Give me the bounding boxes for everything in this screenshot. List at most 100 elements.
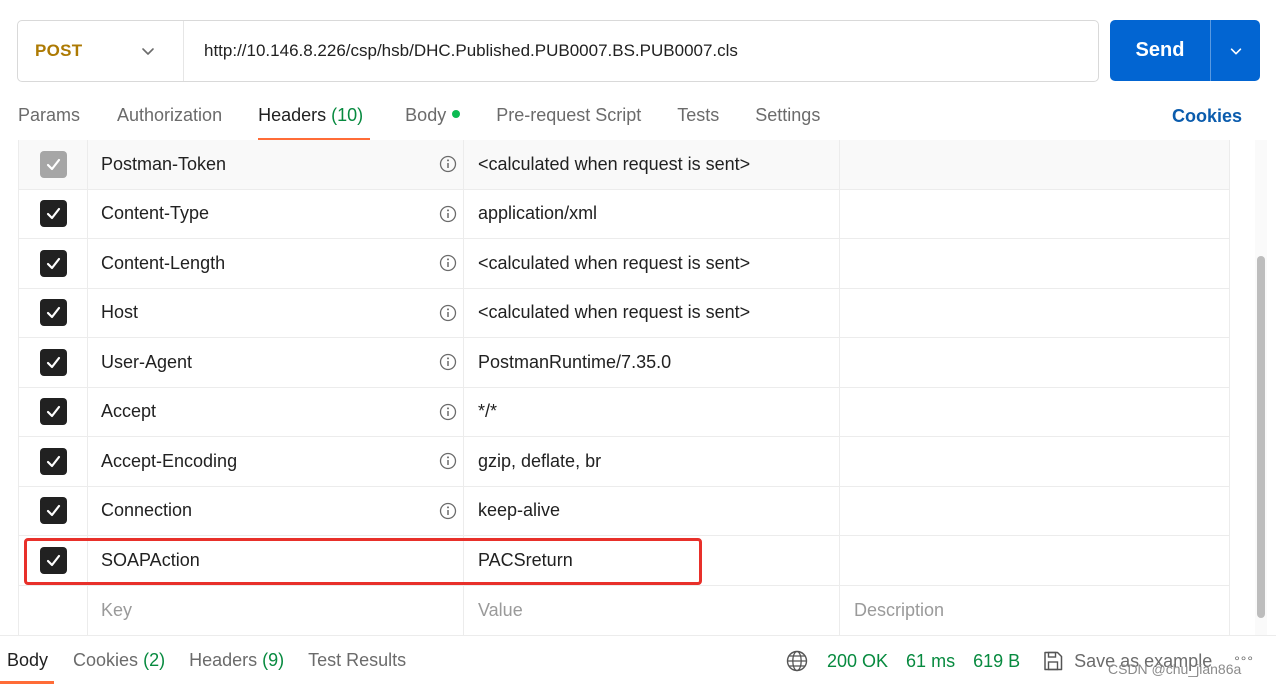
tab-headers[interactable]: Headers (10): [258, 100, 371, 141]
info-icon[interactable]: [439, 155, 457, 173]
description-input[interactable]: Description: [840, 586, 1229, 636]
url-input[interactable]: http://10.146.8.226/csp/hsb/DHC.Publishe…: [184, 41, 738, 61]
tab-body[interactable]: Body: [405, 100, 461, 140]
header-key-text: Content-Type: [101, 203, 210, 224]
value-input[interactable]: Value: [464, 585, 840, 635]
check-icon: [46, 505, 60, 517]
header-description[interactable]: [840, 289, 1229, 338]
info-icon[interactable]: [439, 452, 457, 470]
response-tab-headers[interactable]: Headers (9): [189, 650, 284, 684]
enabled-checkbox[interactable]: [39, 200, 67, 228]
header-value[interactable]: PostmanRuntime/7.35.0: [464, 338, 840, 387]
info-icon[interactable]: [439, 353, 457, 371]
row-checkbox-cell: [19, 140, 88, 189]
info-icon[interactable]: [439, 254, 457, 272]
header-value[interactable]: PACSreturn: [464, 536, 840, 585]
response-size[interactable]: 619 B: [973, 651, 1020, 672]
send-button[interactable]: Send: [1110, 20, 1210, 81]
response-cookies-label: Cookies: [73, 650, 139, 670]
new-header-row: Key Value Description: [19, 585, 1229, 636]
check-icon: [46, 257, 60, 269]
enabled-checkbox[interactable]: [39, 150, 67, 178]
row-checkbox-cell: [19, 189, 88, 238]
method-label: POST: [35, 41, 83, 60]
method-select[interactable]: POST: [18, 21, 184, 81]
response-tab-test-results[interactable]: Test Results: [308, 650, 406, 684]
header-key[interactable]: Accept: [88, 387, 464, 436]
tab-headers-count: (10): [331, 105, 364, 125]
header-value[interactable]: <calculated when request is sent>: [464, 140, 840, 189]
tab-body-label: Body: [405, 105, 447, 125]
header-description[interactable]: [840, 388, 1229, 437]
chevron-down-icon: [1230, 47, 1241, 54]
enabled-checkbox[interactable]: [39, 497, 67, 525]
response-headers-label: Headers: [189, 650, 258, 670]
row-checkbox-cell: [19, 536, 88, 585]
response-time[interactable]: 61 ms: [906, 651, 955, 672]
response-tabs: Body Cookies (2) Headers (9) Test Result…: [0, 650, 406, 684]
header-row: User-Agent PostmanRuntime/7.35.0: [19, 338, 1229, 388]
tab-tests[interactable]: Tests: [677, 100, 719, 140]
header-key[interactable]: Connection: [88, 486, 464, 535]
enabled-checkbox[interactable]: [39, 546, 67, 574]
enabled-checkbox[interactable]: [39, 249, 67, 277]
tab-pre-request-script[interactable]: Pre-request Script: [496, 100, 641, 140]
send-button-group: Send: [1110, 20, 1260, 81]
row-checkbox-cell: [19, 239, 88, 288]
header-row: Postman-Token <calculated when request i…: [19, 140, 1229, 190]
header-key-text: Accept: [101, 401, 157, 422]
header-key-text: Connection: [101, 500, 193, 521]
save-icon[interactable]: [1042, 650, 1064, 672]
scrollbar-thumb[interactable]: [1257, 256, 1265, 618]
header-description[interactable]: [840, 536, 1229, 585]
header-key[interactable]: User-Agent: [88, 338, 464, 387]
tab-authorization[interactable]: Authorization: [117, 100, 222, 140]
header-key[interactable]: SOAPAction: [88, 536, 464, 585]
response-tab-cookies[interactable]: Cookies (2): [73, 650, 165, 684]
enabled-checkbox[interactable]: [39, 398, 67, 426]
check-icon: [46, 455, 60, 467]
info-icon[interactable]: [439, 502, 457, 520]
header-value[interactable]: keep-alive: [464, 486, 840, 535]
header-key[interactable]: Postman-Token: [88, 140, 464, 189]
row-checkbox-cell: [19, 486, 88, 535]
enabled-checkbox[interactable]: [39, 447, 67, 475]
enabled-checkbox[interactable]: [39, 299, 67, 327]
tab-settings[interactable]: Settings: [755, 100, 820, 140]
info-icon[interactable]: [439, 304, 457, 322]
send-options-button[interactable]: [1211, 20, 1260, 81]
info-icon[interactable]: [439, 205, 457, 223]
enabled-checkbox[interactable]: [39, 348, 67, 376]
header-key[interactable]: Content-Type: [88, 189, 464, 238]
header-key[interactable]: Accept-Encoding: [88, 437, 464, 486]
header-value[interactable]: <calculated when request is sent>: [464, 239, 840, 288]
header-description[interactable]: [840, 190, 1229, 239]
header-value[interactable]: */*: [464, 387, 840, 436]
header-description[interactable]: [840, 338, 1229, 387]
response-tab-body[interactable]: Body: [0, 650, 55, 684]
header-value[interactable]: application/xml: [464, 189, 840, 238]
row-checkbox-cell: [19, 288, 88, 337]
key-input[interactable]: Key: [88, 585, 464, 635]
header-description[interactable]: [840, 437, 1229, 486]
response-cookies-count: (2): [143, 650, 166, 670]
info-icon[interactable]: [439, 403, 457, 421]
status-code[interactable]: 200 OK: [827, 651, 888, 672]
header-value[interactable]: <calculated when request is sent>: [464, 288, 840, 337]
headers-table: Postman-Token <calculated when request i…: [18, 140, 1230, 635]
header-row: Host <calculated when request is sent>: [19, 288, 1229, 338]
header-description[interactable]: [840, 140, 1229, 189]
header-description[interactable]: [840, 239, 1229, 288]
header-key[interactable]: Host: [88, 288, 464, 337]
header-row: Accept */*: [19, 387, 1229, 437]
response-divider: [0, 635, 1276, 636]
check-icon: [46, 406, 60, 418]
header-row: Content-Length <calculated when request …: [19, 239, 1229, 289]
header-description[interactable]: [840, 487, 1229, 536]
header-key[interactable]: Content-Length: [88, 239, 464, 288]
header-key-text: Host: [101, 302, 139, 323]
header-value[interactable]: gzip, deflate, br: [464, 437, 840, 486]
cookies-link[interactable]: Cookies: [1172, 106, 1242, 127]
globe-icon[interactable]: [786, 650, 808, 672]
tab-params[interactable]: Params: [18, 100, 80, 140]
